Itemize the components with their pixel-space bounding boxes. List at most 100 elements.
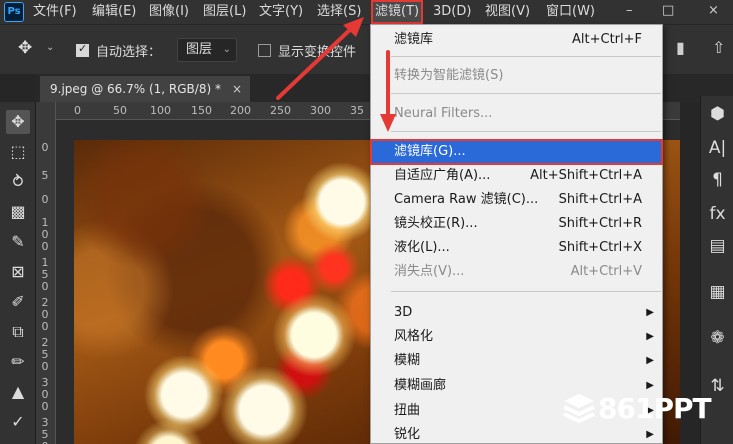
character-panel-icon[interactable]: A| xyxy=(701,138,733,158)
table-panel-icon[interactable]: ▦ xyxy=(701,282,733,302)
menu-item-label: 自适应广角(A)... xyxy=(394,168,491,183)
menu-item-adaptive-wide-angle[interactable]: 自适应广角(A)... Alt+Shift+Ctrl+A xyxy=(371,164,662,188)
fx-icon[interactable]: fx xyxy=(701,204,733,224)
submenu-arrow-icon: ▶ xyxy=(646,355,654,366)
menu-select[interactable]: 选择(S) xyxy=(317,0,361,24)
tools-panel: ✥ ⬚ ⥁ ▩ ✎ ⊠ ✐ ⧉ ✏ ▲ ✓ xyxy=(0,102,36,444)
menu-item-label: 消失点(V)... xyxy=(394,264,465,279)
panel-toggle-icon[interactable]: ▮ xyxy=(676,38,685,57)
document-tab[interactable]: 9.jpeg @ 66.7% (1, RGB/8) * xyxy=(40,76,250,102)
ruler-label: 5 xyxy=(41,169,49,182)
menu-separator xyxy=(391,131,661,132)
spot-healing-tool-icon[interactable]: ✐ xyxy=(6,290,30,314)
show-transform-checkbox[interactable] xyxy=(258,44,271,57)
menu-item-shortcut: Alt+Shift+Ctrl+A xyxy=(530,168,642,183)
ruler-label: 150 xyxy=(191,104,212,117)
menu-window[interactable]: 窗口(W) xyxy=(546,0,595,24)
ruler-label: 50 xyxy=(113,104,127,117)
chevron-down-icon: ⌄ xyxy=(222,44,231,55)
ruler-label: 3 5 0 xyxy=(41,416,49,444)
ruler-label: 0 xyxy=(74,104,81,117)
tool-preset-dropdown-icon[interactable]: ⌄ xyxy=(46,42,54,53)
photoshop-logo: Ps xyxy=(4,2,24,22)
ruler-label: 1 0 0 xyxy=(41,216,49,253)
ruler-label: 3 0 0 xyxy=(41,376,49,413)
menu-item-shortcut: Shift+Ctrl+X xyxy=(558,240,642,255)
menu-item-stylize[interactable]: 风格化 ▶ xyxy=(371,325,662,349)
ruler-label: 200 xyxy=(230,104,251,117)
brush-tool-icon[interactable]: ✏ xyxy=(6,350,30,374)
auto-select-target-value: 图层 xyxy=(186,42,213,57)
menu-filter[interactable]: 滤镜(T) xyxy=(371,0,424,24)
watermark-text: 861PPT xyxy=(598,392,712,425)
menu-item-label: 液化(L)... xyxy=(394,240,450,255)
menu-item-sharpen[interactable]: 锐化 ▶ xyxy=(371,423,662,444)
close-tab-icon[interactable]: × xyxy=(232,76,242,102)
menu-item-3d[interactable]: 3D ▶ xyxy=(371,301,662,325)
ruler-label: 1 5 0 xyxy=(41,256,49,293)
auto-select-checkbox[interactable] xyxy=(76,42,89,57)
menu-file[interactable]: 文件(F) xyxy=(33,0,77,24)
filter-menu: 滤镜库 Alt+Ctrl+F 转换为智能滤镜(S) Neural Filters… xyxy=(370,24,663,444)
submenu-arrow-icon: ▶ xyxy=(646,429,654,440)
menu-item-label: 模糊画廊 xyxy=(394,378,447,393)
menu-edit[interactable]: 编辑(E) xyxy=(92,0,136,24)
move-tool-icon[interactable]: ✥ xyxy=(18,38,32,58)
menu-item-lens-correction[interactable]: 镜头校正(R)... Shift+Ctrl+R xyxy=(371,212,662,236)
auto-select-label: 自动选择： xyxy=(96,45,162,60)
menu-item-shortcut: Alt+Ctrl+V xyxy=(570,264,642,279)
ruler-label: 100 xyxy=(150,104,171,117)
maximize-icon[interactable]: □ xyxy=(662,0,674,24)
menu-item-filter-gallery[interactable]: 滤镜库(G)... xyxy=(370,139,663,165)
color-palette-icon[interactable]: ❁ xyxy=(701,328,733,348)
menu-item-label: 扭曲 xyxy=(394,403,421,418)
stacked-layers-logo-icon xyxy=(563,394,595,424)
history-brush-tool-icon[interactable]: ✓ xyxy=(6,410,30,434)
eyedropper-tool-icon[interactable]: ✎ xyxy=(6,230,30,254)
menu-item-camera-raw[interactable]: Camera Raw 滤镜(C)... Shift+Ctrl+A xyxy=(371,188,662,212)
stamp-tool-icon[interactable]: ▲ xyxy=(6,380,30,404)
minimize-icon[interactable]: – xyxy=(626,0,633,24)
menu-item-shortcut: Alt+Ctrl+F xyxy=(572,32,642,47)
menu-layer[interactable]: 图层(L) xyxy=(203,0,246,24)
menu-item-label: 锐化 xyxy=(394,427,421,442)
menu-item-shortcut: Shift+Ctrl+R xyxy=(558,216,643,231)
menu-item-label: 转换为智能滤镜(S) xyxy=(394,68,504,83)
frame-tool-icon[interactable]: ⊠ xyxy=(6,260,30,284)
object-select-tool-icon[interactable]: ▩ xyxy=(6,200,30,224)
menu-item-liquify[interactable]: 液化(L)... Shift+Ctrl+X xyxy=(371,236,662,260)
menu-type[interactable]: 文字(Y) xyxy=(259,0,303,24)
properties-panel-icon[interactable]: ▤ xyxy=(701,236,733,256)
ruler-label: 250 xyxy=(270,104,291,117)
lasso-tool-icon[interactable]: ⥁ xyxy=(6,170,30,194)
auto-select-target-dropdown[interactable]: 图层 ⌄ xyxy=(177,38,237,62)
menu-item-vanishing-point[interactable]: 消失点(V)... Alt+Ctrl+V xyxy=(371,260,662,284)
submenu-arrow-icon: ▶ xyxy=(646,307,654,318)
close-window-icon[interactable]: × xyxy=(708,0,719,24)
menu-item-neural-filters[interactable]: Neural Filters... xyxy=(371,102,662,126)
menu-item-label: 风格化 xyxy=(394,329,434,344)
ruler-label: 35 xyxy=(350,104,364,117)
watermark: 861PPT xyxy=(562,392,712,432)
menu-item-label: Camera Raw 滤镜(C)... xyxy=(394,192,539,207)
menu-item-label: 3D xyxy=(394,305,413,320)
menu-item-label: 模糊 xyxy=(394,353,421,368)
move-tool-icon[interactable]: ✥ xyxy=(6,110,30,134)
3d-panel-icon[interactable]: ⬢ xyxy=(701,104,733,124)
menu-item-label: Neural Filters... xyxy=(394,106,493,121)
ruler-label: 2 0 0 xyxy=(41,296,49,333)
menu-view[interactable]: 视图(V) xyxy=(485,0,530,24)
marquee-tool-icon[interactable]: ⬚ xyxy=(6,140,30,164)
paragraph-panel-icon[interactable]: ¶ xyxy=(701,170,733,190)
crop-tool-icon[interactable]: ⧉ xyxy=(6,320,30,344)
menu-3d[interactable]: 3D(D) xyxy=(433,0,471,24)
menu-item-convert-smart-filters[interactable]: 转换为智能滤镜(S) xyxy=(371,64,662,88)
ruler-label: 0 xyxy=(41,141,49,154)
show-transform-label: 显示变换控件 xyxy=(278,45,357,60)
share-icon[interactable]: ⇧ xyxy=(712,38,725,57)
menu-separator xyxy=(391,291,661,292)
ruler-label: 0 xyxy=(41,193,49,206)
menu-image[interactable]: 图像(I) xyxy=(149,0,189,24)
menu-item-blur[interactable]: 模糊 ▶ xyxy=(371,349,662,373)
menu-item-filter-gallery-last[interactable]: 滤镜库 Alt+Ctrl+F xyxy=(371,28,662,52)
